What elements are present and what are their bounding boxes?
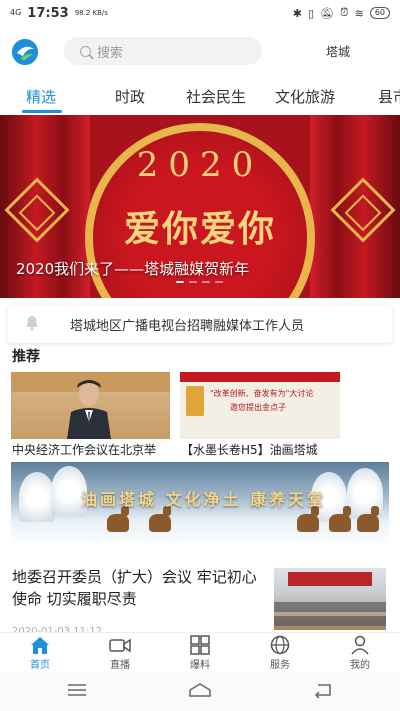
home-icon <box>31 637 49 654</box>
deer <box>149 506 171 532</box>
bell-icon <box>26 316 38 331</box>
nav-label: 服务 <box>270 660 290 671</box>
banner-slogan-text: 爱你爱你 <box>123 208 276 250</box>
snow-tree <box>19 472 55 522</box>
nav-label: 我的 <box>350 660 370 671</box>
category-tabs: 精选 时政 社会民生 文化旅游 县市 <box>0 80 400 113</box>
wifi-icon: ≋ <box>354 6 364 20</box>
bottom-navigation: 首页 直播 爆料 服务 我的 <box>0 632 400 672</box>
recommend-card-image[interactable]: "改革创新、奋发有为"大讨论 邀您提出金点子 <box>180 372 340 439</box>
nav-home[interactable]: 首页 <box>10 635 70 671</box>
meeting-row <box>274 616 386 626</box>
search-placeholder: 搜索 <box>97 45 124 61</box>
grid-icon <box>190 635 210 655</box>
carousel-dot <box>202 281 210 283</box>
wide-image-text: 油画塔城 文化净土 康养天堂 <box>81 490 327 509</box>
system-navigation-bar <box>0 672 400 711</box>
nav-tips[interactable]: 爆料 <box>170 635 230 671</box>
deer <box>297 506 319 532</box>
speaker-photo <box>67 380 111 439</box>
banner-year-text: 2020 <box>136 145 264 185</box>
tab-culture-travel[interactable]: 文化旅游 <box>275 86 335 107</box>
notice-bar[interactable]: 塔城地区广播电视台招聘融媒体工作人员 <box>8 305 392 343</box>
banner-carousel[interactable]: 2020 爱你爱你 2020我们来了——塔城融媒贺新年 <box>0 115 400 298</box>
recommend-card-caption[interactable]: 【水墨长卷H5】油画塔城 <box>181 441 318 458</box>
status-bar: 4G 17:53 98.2 KB/s ··· ✱ ▯ 🔕︎ ⏰︎ ≋ 60 <box>0 0 400 180</box>
banner-caption: 2020我们来了——塔城融媒贺新年 <box>16 260 250 278</box>
search-icon <box>80 45 91 57</box>
deer <box>357 506 379 532</box>
tab-politics[interactable]: 时政 <box>115 86 145 107</box>
image-text: 邀您提出金点子 <box>230 403 286 412</box>
emblem-decoration <box>186 386 204 416</box>
menu-icon[interactable] <box>66 682 88 698</box>
tab-society[interactable]: 社会民生 <box>186 86 246 107</box>
deer <box>107 506 129 532</box>
home-button-icon[interactable] <box>187 682 213 698</box>
network-speed: 98.2 KB/s <box>74 8 108 17</box>
vibrate-icon: ▯ <box>307 6 315 20</box>
nav-profile[interactable]: 我的 <box>330 635 390 671</box>
user-icon <box>351 635 369 655</box>
city-selector[interactable]: 塔城 <box>326 43 350 60</box>
bluetooth-icon: ✱ <box>292 6 302 20</box>
red-header-bar <box>180 372 340 382</box>
carousel-dot <box>176 281 184 283</box>
deer <box>329 506 351 532</box>
news-item-thumbnail[interactable] <box>274 568 386 630</box>
carousel-dot <box>215 281 223 283</box>
recommend-card-image[interactable] <box>11 372 170 439</box>
clock: 17:53 <box>27 5 69 21</box>
wide-promo-image[interactable]: 油画塔城 文化净土 康养天堂 <box>11 462 389 546</box>
top-bar: 搜索 塔城 <box>0 34 400 70</box>
tab-counties[interactable]: 县市 <box>378 86 400 107</box>
tab-featured[interactable]: 精选 <box>26 86 56 107</box>
notice-text: 塔城地区广播电视台招聘融媒体工作人员 <box>70 319 305 334</box>
carousel-dot <box>189 281 197 283</box>
nav-live[interactable]: 直播 <box>90 635 150 671</box>
recommend-card-caption[interactable]: 中央经济工作会议在北京举 <box>12 441 156 458</box>
nav-label: 首页 <box>30 660 50 671</box>
network-indicator: 4G <box>10 8 22 17</box>
meeting-banner <box>288 572 372 586</box>
nav-services[interactable]: 服务 <box>250 635 310 671</box>
battery-indicator: 60 <box>369 7 390 19</box>
alarm-icon: ⏰︎ <box>340 6 349 19</box>
search-input[interactable]: 搜索 <box>64 37 262 65</box>
back-icon[interactable] <box>312 682 334 698</box>
nav-label: 爆料 <box>190 660 210 671</box>
mute-icon: 🔕︎ <box>320 6 334 20</box>
active-tab-indicator <box>22 110 62 113</box>
nav-label: 直播 <box>110 660 130 671</box>
video-camera-icon <box>109 638 131 653</box>
app-logo-icon[interactable] <box>12 39 38 65</box>
news-item-title[interactable]: 地委召开委员（扩大）会议 牢记初心使命 切实履职尽责 <box>12 566 264 610</box>
image-text: "改革创新、奋发有为"大讨论 <box>210 389 314 398</box>
section-title-recommend: 推荐 <box>12 349 40 365</box>
globe-icon <box>270 635 290 655</box>
carousel-indicator <box>176 281 223 283</box>
meeting-row <box>274 602 386 612</box>
